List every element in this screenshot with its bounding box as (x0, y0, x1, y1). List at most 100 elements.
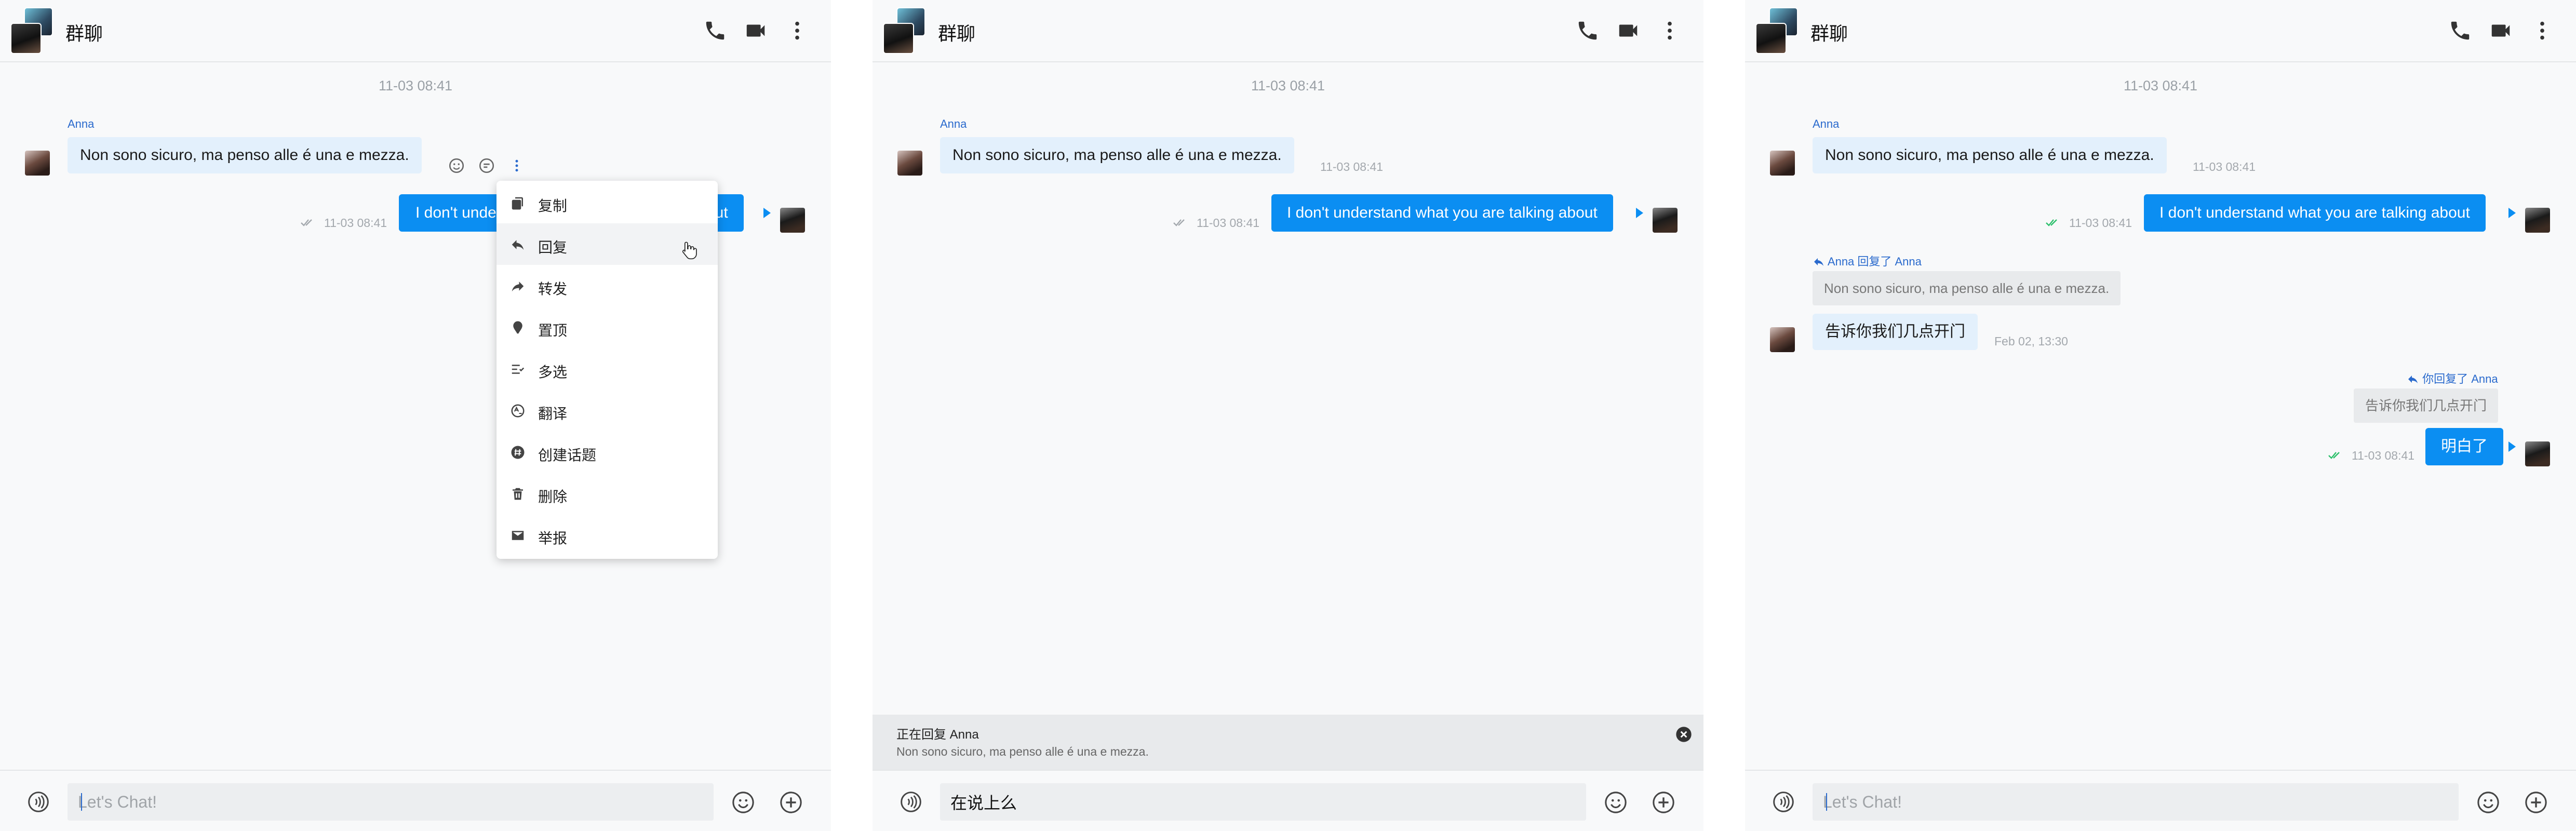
message-time: 11-03 08:41 (2352, 449, 2415, 462)
avatar[interactable] (780, 208, 805, 233)
menu-item-report[interactable]: 举报 (497, 514, 718, 556)
message-bubble-outgoing[interactable]: I don't understand what you are talking … (2144, 194, 2486, 232)
hand-cursor-icon (682, 242, 697, 260)
menu-item-label: 复制 (538, 198, 568, 214)
video-call-icon[interactable] (2489, 19, 2513, 43)
add-attachment-icon[interactable] (1652, 790, 1675, 814)
menu-item-delete[interactable]: 删除 (497, 473, 718, 514)
reply-preview-bar: 正在回复 Anna Non sono sicuro, ma penso alle… (873, 715, 1703, 770)
avatar[interactable] (1770, 327, 1795, 352)
add-attachment-icon[interactable] (779, 790, 803, 814)
bubble-tail (763, 208, 771, 218)
reply-quote-label: Anna 回复了 Anna (1813, 252, 1922, 269)
message-bubble-incoming[interactable]: Non sono sicuro, ma penso alle é una e m… (940, 137, 1294, 173)
voice-message-icon[interactable] (900, 790, 922, 813)
quoted-message[interactable]: Non sono sicuro, ma penso alle é una e m… (1813, 271, 2121, 305)
more-options-icon[interactable] (2530, 19, 2554, 43)
message-time: Feb 02, 13:30 (1994, 334, 2068, 348)
message-input[interactable] (68, 783, 714, 821)
message-bubble-incoming[interactable]: Non sono sicuro, ma penso alle é una e m… (68, 137, 422, 173)
add-attachment-icon[interactable] (2524, 790, 2548, 814)
phone-icon[interactable] (1576, 19, 1600, 43)
composer (1745, 770, 2576, 831)
phone-icon[interactable] (703, 19, 727, 43)
menu-item-label: 翻译 (538, 406, 568, 422)
forward-icon (512, 282, 524, 291)
reply-title-prefix: 正在回复 (896, 728, 946, 742)
reply-icon (1814, 258, 1823, 266)
composer (873, 770, 1703, 831)
emoji-icon[interactable] (1604, 790, 1628, 814)
message-time: 11-03 08:41 (1197, 216, 1260, 230)
menu-item-forward[interactable]: 转发 (497, 265, 718, 306)
sender-name: Anna (1813, 117, 1840, 130)
message-time: 11-03 08:41 (2069, 216, 2132, 230)
avatar[interactable] (2525, 441, 2550, 466)
double-check-icon (2328, 452, 2340, 459)
pin-icon (513, 321, 522, 334)
chat-header: 群聊 (1745, 0, 2576, 62)
bubble-tail (2508, 441, 2516, 452)
reply-icon (512, 240, 524, 250)
multiselect-icon (512, 365, 525, 374)
avatar[interactable] (25, 151, 50, 176)
menu-item-copy[interactable]: 复制 (497, 182, 718, 223)
double-check-icon (301, 219, 312, 226)
chat-header: 群聊 (0, 0, 831, 62)
menu-item-label: 回复 (538, 239, 568, 256)
group-avatar[interactable] (1755, 7, 1798, 54)
quoted-message[interactable]: 告诉你我们几点开门 (2354, 388, 2499, 423)
message-bubble-incoming[interactable]: Non sono sicuro, ma penso alle é una e m… (1813, 137, 2167, 173)
emoji-icon[interactable] (2476, 790, 2500, 814)
message-more-icon[interactable] (509, 157, 525, 175)
menu-item-translate[interactable]: 翻译 (497, 390, 718, 431)
chat-panel-1: 群聊 11-03 08:41 Anna Non sono sicuro, ma … (0, 0, 831, 831)
emoji-reaction-icon[interactable] (448, 157, 465, 175)
video-call-icon[interactable] (1616, 19, 1640, 43)
voice-message-icon[interactable] (27, 790, 50, 813)
group-avatar[interactable] (10, 7, 53, 54)
menu-item-pin[interactable]: 置顶 (497, 306, 718, 348)
trash-icon (513, 488, 523, 500)
menu-item-label: 举报 (538, 530, 568, 546)
message-bubble-incoming[interactable]: 告诉你我们几点开门 (1813, 314, 1978, 350)
emoji-icon[interactable] (731, 790, 755, 814)
chat-title: 群聊 (65, 23, 103, 44)
chat-panel-3: 群聊 11-03 08:41 Anna Non sono sicuro, ma … (1745, 0, 2576, 831)
message-input[interactable] (940, 783, 1586, 821)
mail-icon (512, 531, 524, 540)
double-check-icon (2046, 219, 2057, 226)
message-bubble-outgoing[interactable]: 明白了 (2425, 428, 2503, 465)
menu-item-multiselect[interactable]: 多选 (497, 348, 718, 390)
reply-quoted-text: Non sono sicuro, ma penso alle é una e m… (896, 745, 1149, 758)
video-call-icon[interactable] (744, 19, 768, 43)
menu-item-label: 删除 (538, 489, 568, 505)
avatar[interactable] (2525, 208, 2550, 233)
group-avatar[interactable] (883, 7, 925, 54)
copy-icon (512, 197, 523, 210)
menu-item-create-topic[interactable]: 创建话题 (497, 431, 718, 473)
bubble-tail (1636, 208, 1643, 218)
menu-item-label: 创建话题 (538, 447, 597, 463)
thread-icon[interactable] (478, 157, 495, 175)
date-divider: 11-03 08:41 (378, 78, 453, 93)
message-input[interactable] (1813, 783, 2459, 821)
message-bubble-outgoing[interactable]: I don't unde (399, 194, 507, 232)
menu-item-reply[interactable]: 回复 (497, 223, 718, 265)
chat-header: 群聊 (873, 0, 1703, 62)
message-time: 11-03 08:41 (324, 216, 387, 230)
message-time: 11-03 08:41 (1320, 160, 1384, 173)
avatar[interactable] (1653, 208, 1678, 233)
reply-title: 正在回复 Anna (896, 724, 979, 742)
close-icon[interactable] (1675, 726, 1692, 743)
avatar[interactable] (1770, 151, 1795, 176)
phone-icon[interactable] (2448, 19, 2472, 43)
avatar[interactable] (897, 151, 922, 176)
message-bubble-outgoing[interactable]: I don't understand what you are talking … (1271, 194, 1613, 232)
translate-icon (511, 404, 525, 418)
voice-message-icon[interactable] (1772, 790, 1795, 813)
topic-icon (511, 446, 525, 459)
menu-item-label: 置顶 (538, 323, 568, 339)
more-options-icon[interactable] (1658, 19, 1682, 43)
more-options-icon[interactable] (785, 19, 809, 43)
